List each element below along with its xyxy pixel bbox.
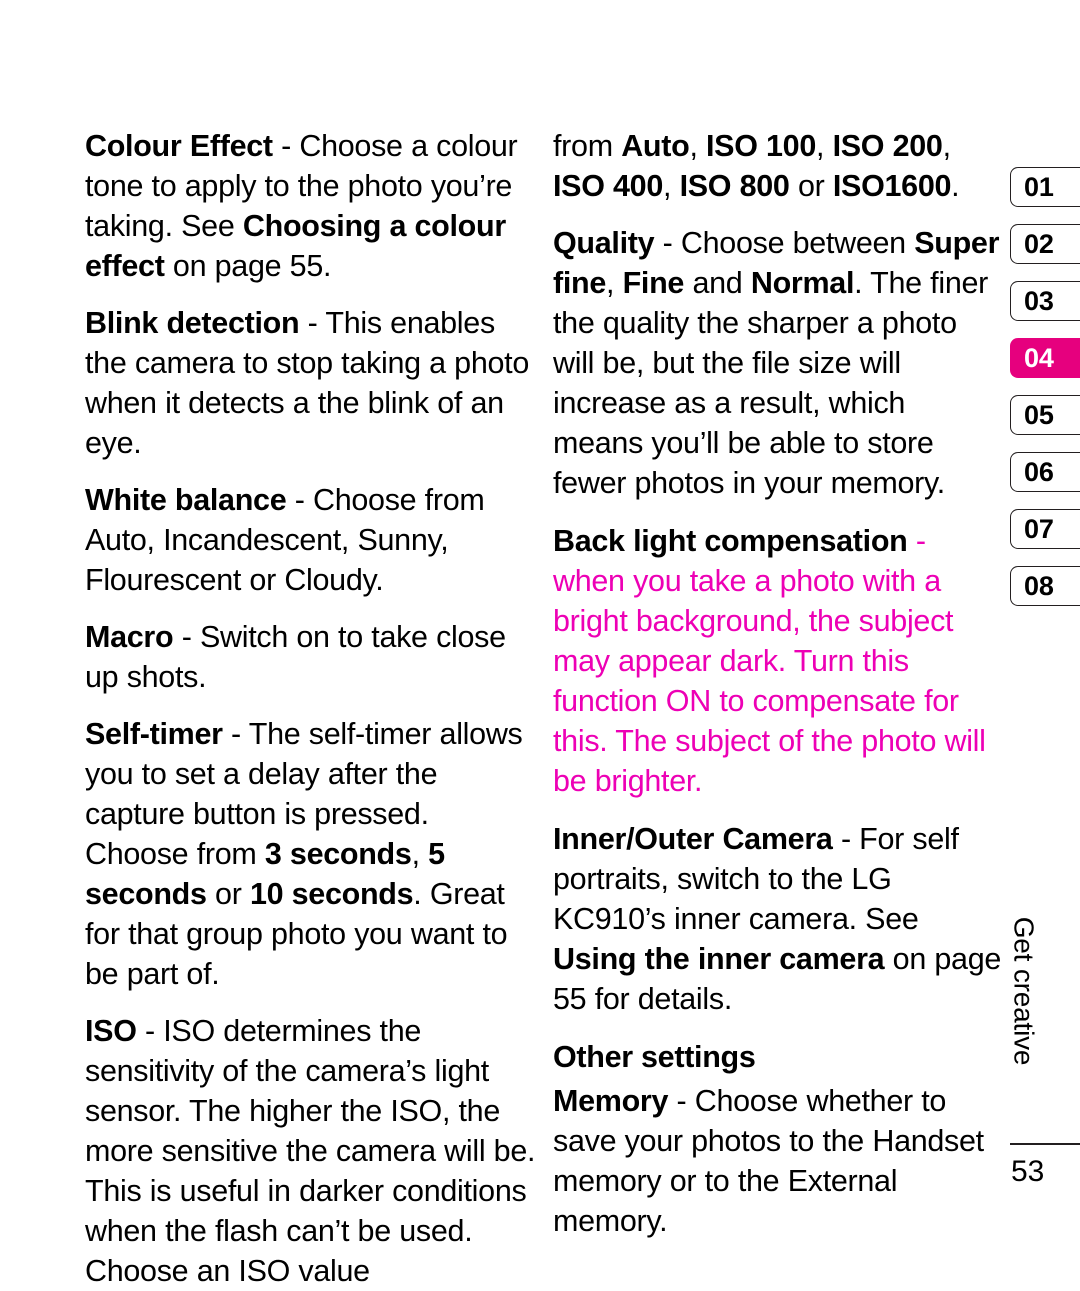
iso-option-200: ISO 200 [832, 129, 943, 163]
manual-page: Colour Effect - Choose a colour tone to … [0, 0, 1080, 1288]
chapter-tab-rail: 01 02 03 04 05 06 07 08 [1010, 167, 1080, 623]
chapter-tab-01-label: 01 [1024, 171, 1054, 202]
running-head-label: Get creative [1008, 916, 1039, 1066]
chapter-tab-06-label: 06 [1024, 456, 1054, 487]
iso-continued-tail: . [951, 169, 960, 203]
iso-body: - ISO determines the sensitivity of the … [85, 1014, 536, 1288]
paragraph-iso: ISO - ISO determines the sensitivity of … [85, 1011, 537, 1291]
quality-body-1: - Choose between [662, 226, 915, 260]
term-memory: Memory [553, 1084, 669, 1118]
term-quality: Quality [553, 226, 663, 260]
chapter-tab-03[interactable]: 03 [1010, 281, 1080, 321]
iso-separator-4: , [663, 169, 680, 203]
term-self-timer: Self-timer [85, 717, 223, 751]
paragraph-self-timer: Self-timer - The self-timer allows you t… [85, 714, 537, 994]
right-text-column: from Auto, ISO 100, ISO 200, ISO 400, IS… [553, 126, 1003, 1241]
iso-option-800: ISO 800 [679, 169, 790, 203]
chapter-tab-03-label: 03 [1024, 285, 1054, 316]
quality-option-fine: Fine [622, 266, 685, 300]
iso-continued-lead: from [553, 129, 622, 163]
chapter-tab-05[interactable]: 05 [1010, 395, 1080, 435]
self-timer-separator-2: or [206, 877, 250, 911]
page-number: 53 [1011, 1155, 1045, 1188]
chapter-tab-07-label: 07 [1024, 513, 1054, 544]
iso-option-100: ISO 100 [706, 129, 817, 163]
chapter-tab-08[interactable]: 08 [1010, 566, 1080, 606]
term-macro: Macro [85, 620, 174, 654]
back-light-compensation-body: - when you take a photo with a bright ba… [553, 524, 986, 798]
term-iso: ISO [85, 1014, 137, 1048]
colour-effect-body-2: on page 55. [164, 249, 332, 283]
iso-separator-5: or [789, 169, 833, 203]
quality-body-2: . The finer the quality the sharper a ph… [553, 266, 988, 500]
chapter-tab-02[interactable]: 02 [1010, 224, 1080, 264]
iso-option-1600: ISO1600 [832, 169, 952, 203]
self-timer-option-3-seconds: 3 seconds [264, 837, 412, 871]
paragraph-white-balance: White balance - Choose from Auto, Incand… [85, 480, 537, 600]
chapter-tab-01[interactable]: 01 [1010, 167, 1080, 207]
folio-divider [1010, 1143, 1080, 1145]
iso-option-auto: Auto [621, 129, 690, 163]
iso-separator-3: , [942, 129, 951, 163]
chapter-tab-08-label: 08 [1024, 570, 1054, 601]
chapter-tab-04-label: 04 [1024, 342, 1054, 373]
self-timer-option-10-seconds: 10 seconds [249, 877, 414, 911]
left-text-column: Colour Effect - Choose a colour tone to … [85, 126, 537, 1291]
cross-reference-using-the-inner-camera: Using the inner camera [553, 942, 885, 976]
term-blink-detection: Blink detection [85, 306, 300, 340]
paragraph-colour-effect: Colour Effect - Choose a colour tone to … [85, 126, 537, 286]
paragraph-memory: Memory - Choose whether to save your pho… [553, 1081, 1003, 1241]
quality-option-normal: Normal [750, 266, 855, 300]
paragraph-quality: Quality - Choose between Super fine, Fin… [553, 223, 1003, 503]
term-colour-effect: Colour Effect [85, 129, 273, 163]
running-head: Get creative [1003, 917, 1043, 1135]
chapter-tab-05-label: 05 [1024, 399, 1054, 430]
term-inner-outer-camera: Inner/Outer Camera [553, 822, 841, 856]
quality-separator-2: and [684, 266, 751, 300]
quality-separator-1: , [606, 266, 623, 300]
iso-separator-2: , [816, 129, 833, 163]
chapter-tab-02-label: 02 [1024, 228, 1054, 259]
chapter-tab-07[interactable]: 07 [1010, 509, 1080, 549]
paragraph-inner-outer-camera: Inner/Outer Camera - For self portraits,… [553, 819, 1003, 1019]
iso-option-400: ISO 400 [553, 169, 664, 203]
paragraph-macro: Macro - Switch on to take close up shots… [85, 617, 537, 697]
paragraph-back-light-compensation: Back light compensation - when you take … [553, 521, 1003, 801]
paragraph-blink-detection: Blink detection - This enables the camer… [85, 303, 537, 463]
self-timer-separator-1: , [411, 837, 429, 871]
term-white-balance: White balance [85, 483, 287, 517]
chapter-tab-04[interactable]: 04 [1010, 338, 1080, 378]
chapter-tab-06[interactable]: 06 [1010, 452, 1080, 492]
heading-other-settings: Other settings [553, 1040, 756, 1074]
iso-separator-1: , [689, 129, 706, 163]
term-back-light-compensation: Back light compensation [553, 524, 916, 558]
paragraph-iso-continued: from Auto, ISO 100, ISO 200, ISO 400, IS… [553, 126, 1003, 206]
